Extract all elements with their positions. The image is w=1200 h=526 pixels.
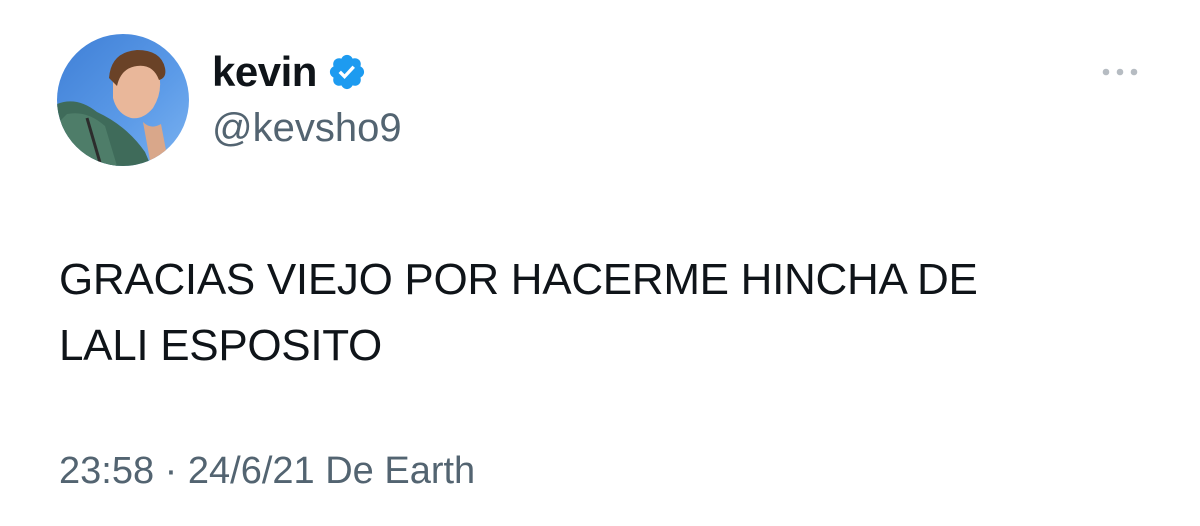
tweet-source: De Earth [325, 450, 476, 492]
avatar-photo [57, 34, 189, 166]
tweet-text-line: GRACIAS VIEJO POR HACERME HINCHA DE [59, 255, 978, 304]
author-block: kevin @kevsho9 [212, 44, 402, 151]
meta-separator: · [164, 450, 178, 492]
tweet-card: kevin @kevsho9 GRACIAS VIEJO POR HACERME… [0, 0, 1200, 526]
tweet-meta: 23:58 · 24/6/21 De Earth [59, 450, 475, 493]
user-handle[interactable]: @kevsho9 [212, 106, 402, 151]
name-row: kevin [212, 44, 402, 100]
avatar[interactable] [57, 34, 189, 166]
verified-badge-icon [327, 52, 367, 92]
tweet-date[interactable]: 24/6/21 [188, 450, 315, 492]
tweet-text: GRACIAS VIEJO POR HACERME HINCHA DE LALI… [59, 247, 1139, 379]
more-options-button[interactable] [1094, 56, 1146, 88]
display-name[interactable]: kevin [212, 48, 317, 96]
more-options-icon [1102, 68, 1138, 76]
tweet-time[interactable]: 23:58 [59, 450, 154, 492]
tweet-text-line: LALI ESPOSITO [59, 321, 382, 370]
